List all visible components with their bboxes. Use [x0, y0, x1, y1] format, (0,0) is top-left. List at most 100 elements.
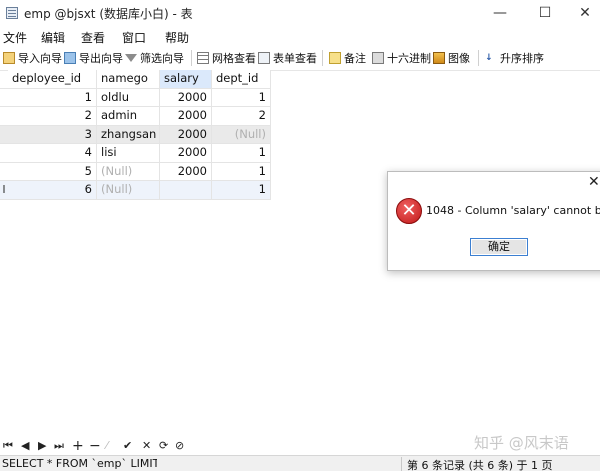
column-header-name[interactable]: namego: [97, 70, 160, 88]
menu-window[interactable]: 窗口: [122, 29, 146, 46]
toolbar: 导入向导 导出向导 筛选向导 网格查看 表单查看 备注 十六进制 图像 ↓ 升序…: [0, 46, 600, 71]
row-edit-indicator: I: [2, 183, 6, 196]
maximize-button[interactable]: ☐: [525, 0, 565, 26]
menu-edit[interactable]: 编辑: [41, 29, 65, 46]
cell-name[interactable]: admin: [97, 107, 160, 125]
cell-employee-id[interactable]: 6: [8, 181, 97, 199]
status-bar: SELECT * FROM `emp` LIMIT 0, 1000 第 6 条记…: [0, 455, 600, 471]
cell-employee-id[interactable]: 3: [8, 125, 97, 143]
import-icon: [3, 52, 15, 64]
image-icon: [433, 52, 445, 64]
error-icon: ✕: [396, 198, 422, 224]
cell-name[interactable]: zhangsan: [97, 125, 160, 143]
status-sql: SELECT * FROM `emp` LIMIT 0, 1000: [2, 457, 157, 470]
first-record-icon[interactable]: ⏮: [3, 438, 13, 454]
grid-view-label: 网格查看: [212, 52, 256, 65]
dialog-close-button[interactable]: ✕: [588, 174, 600, 190]
table-row[interactable]: 5 (Null) 2000 1: [0, 162, 271, 181]
menu-help[interactable]: 帮助: [165, 29, 189, 46]
image-label: 图像: [448, 52, 470, 65]
ok-button[interactable]: 确定: [470, 238, 528, 256]
last-record-icon[interactable]: ⏭: [54, 438, 64, 454]
cell-dept-id[interactable]: 1: [212, 162, 271, 180]
toolbar-separator: [322, 50, 323, 66]
table-row[interactable]: 3 zhangsan 2000 (Null): [0, 125, 271, 144]
cell-employee-id[interactable]: 5: [8, 162, 97, 180]
import-wizard-button[interactable]: 导入向导: [3, 50, 62, 66]
stop-icon[interactable]: ⊘: [175, 438, 184, 454]
cell-salary[interactable]: 2000: [160, 162, 212, 180]
table-row[interactable]: 2 admin 2000 2: [0, 107, 271, 126]
column-header-employee-id[interactable]: deployee_id: [8, 70, 97, 88]
cell-dept-id[interactable]: (Null): [212, 125, 271, 143]
error-message: 1048 - Column 'salary' cannot be null: [426, 204, 600, 217]
cell-dept-id[interactable]: 2: [212, 107, 271, 125]
edit-record-icon[interactable]: ⁄: [106, 438, 108, 454]
refresh-icon[interactable]: ⟳: [159, 438, 168, 454]
cell-salary[interactable]: 2000: [160, 125, 212, 143]
app-window: emp @bjsxt (数据库小白) - 表 — ☐ ✕ 文件 编辑 查看 窗口…: [0, 0, 600, 471]
sort-asc-button[interactable]: ↓ 升序排序: [485, 50, 544, 66]
column-header-salary[interactable]: salary: [160, 70, 212, 88]
toolbar-separator: [478, 50, 479, 66]
menu-file[interactable]: 文件: [3, 29, 27, 46]
cell-dept-id[interactable]: 1: [212, 181, 271, 199]
form-view-label: 表单查看: [273, 52, 317, 65]
form-icon: [258, 52, 270, 64]
title-bar: emp @bjsxt (数据库小白) - 表 — ☐ ✕: [0, 0, 600, 26]
cell-name[interactable]: lisi: [97, 144, 160, 162]
delete-record-icon[interactable]: −: [89, 438, 101, 454]
next-record-icon[interactable]: ▶: [38, 438, 46, 454]
table-row[interactable]: 1 oldlu 2000 1: [0, 88, 271, 107]
hex-button[interactable]: 十六进制: [372, 50, 431, 66]
cell-name[interactable]: (Null): [97, 181, 160, 199]
sort-asc-label: 升序排序: [500, 52, 544, 65]
import-wizard-label: 导入向导: [18, 52, 62, 65]
window-title: emp @bjsxt (数据库小白) - 表: [24, 6, 193, 21]
memo-button[interactable]: 备注: [329, 50, 366, 66]
table-icon: [6, 7, 18, 19]
menu-view[interactable]: 查看: [81, 29, 105, 46]
export-wizard-button[interactable]: 导出向导: [64, 50, 123, 66]
cancel-changes-icon[interactable]: ✕: [142, 438, 151, 454]
column-header-dept-id[interactable]: dept_id: [212, 70, 271, 88]
data-grid: deployee_id namego salary dept_id 1 oldl…: [0, 70, 271, 200]
cell-name[interactable]: (Null): [97, 162, 160, 180]
hex-icon: [372, 52, 384, 64]
image-button[interactable]: 图像: [433, 50, 470, 66]
memo-icon: [329, 52, 341, 64]
filter-wizard-label: 筛选向导: [140, 52, 184, 65]
apply-changes-icon[interactable]: ✔: [123, 438, 132, 454]
memo-label: 备注: [344, 52, 366, 65]
add-record-icon[interactable]: +: [72, 438, 84, 454]
export-icon: [64, 52, 76, 64]
cell-name[interactable]: oldlu: [97, 88, 160, 106]
table-row[interactable]: 4 lisi 2000 1: [0, 144, 271, 163]
error-dialog: ✕ ✕ 1048 - Column 'salary' cannot be nul…: [387, 171, 600, 271]
export-wizard-label: 导出向导: [79, 52, 123, 65]
cell-dept-id[interactable]: 1: [212, 144, 271, 162]
minimize-button[interactable]: —: [480, 0, 520, 26]
cell-salary[interactable]: [160, 181, 212, 199]
cell-dept-id[interactable]: 1: [212, 88, 271, 106]
filter-icon: [125, 54, 137, 62]
close-window-button[interactable]: ✕: [565, 0, 600, 26]
toolbar-separator: [191, 50, 192, 66]
status-divider: [401, 457, 402, 471]
status-record-count: 第 6 条记录 (共 6 条) 于 1 页: [407, 459, 553, 471]
grid-view-button[interactable]: 网格查看: [197, 50, 256, 66]
table-row-editing[interactable]: I 6 (Null) 1: [0, 181, 271, 200]
cell-salary[interactable]: 2000: [160, 107, 212, 125]
grid-icon: [197, 52, 209, 64]
menu-bar: 文件 编辑 查看 窗口 帮助: [0, 26, 600, 46]
cell-salary[interactable]: 2000: [160, 144, 212, 162]
form-view-button[interactable]: 表单查看: [258, 50, 317, 66]
hex-label: 十六进制: [387, 52, 431, 65]
filter-wizard-button[interactable]: 筛选向导: [125, 50, 184, 66]
cell-employee-id[interactable]: 1: [8, 88, 97, 106]
cell-employee-id[interactable]: 2: [8, 107, 97, 125]
watermark: 知乎 @风末语: [474, 434, 569, 452]
cell-employee-id[interactable]: 4: [8, 144, 97, 162]
prev-record-icon[interactable]: ◀: [21, 438, 29, 454]
cell-salary[interactable]: 2000: [160, 88, 212, 106]
